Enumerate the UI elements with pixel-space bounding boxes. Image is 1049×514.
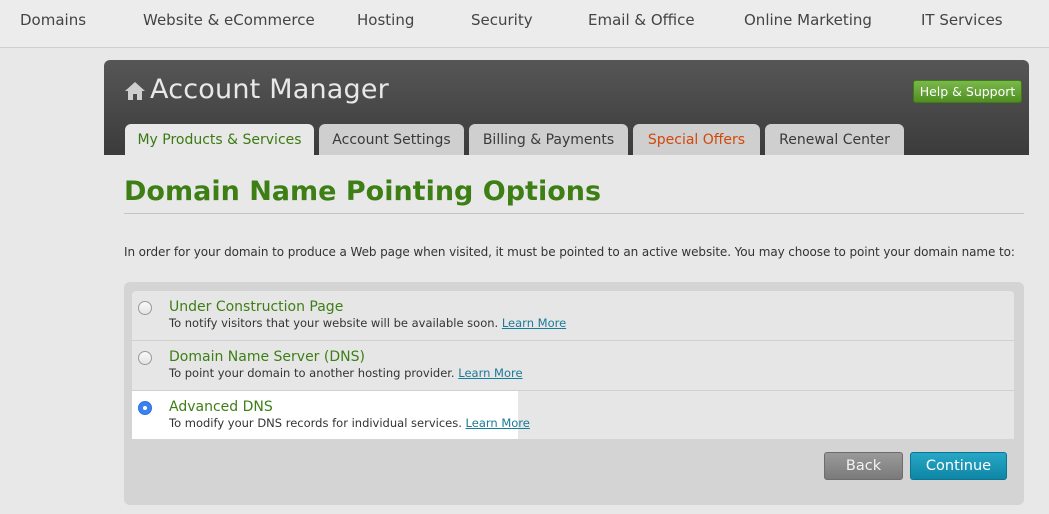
nav-domains[interactable]: Domains (20, 11, 86, 29)
option-title-dns[interactable]: Domain Name Server (DNS) (169, 349, 365, 365)
nav-email-office[interactable]: Email & Office (588, 11, 695, 29)
option-desc-text: To point your domain to another hosting … (169, 366, 455, 380)
learn-more-link-dns[interactable]: Learn More (458, 366, 522, 380)
radio-advanced-dns[interactable] (138, 401, 152, 415)
heading-divider (124, 213, 1024, 214)
radio-dns[interactable] (138, 351, 152, 365)
option-desc-text: To modify your DNS records for individua… (169, 416, 462, 430)
nav-it-services[interactable]: IT Services (921, 11, 1003, 29)
learn-more-link-advanced-dns[interactable]: Learn More (466, 416, 530, 430)
option-title-under-construction[interactable]: Under Construction Page (169, 299, 343, 315)
option-desc-dns: To point your domain to another hosting … (169, 366, 523, 380)
option-desc-advanced-dns: To modify your DNS records for individua… (169, 416, 530, 430)
nav-website-ecommerce[interactable]: Website & eCommerce (143, 11, 315, 29)
tab-my-products-services[interactable]: My Products & Services (125, 124, 314, 155)
top-navigation: Domains Website & eCommerce Hosting Secu… (0, 0, 1049, 48)
home-icon[interactable] (124, 80, 146, 102)
help-support-button[interactable]: Help & Support (913, 80, 1022, 103)
tab-billing-payments[interactable]: Billing & Payments (469, 124, 628, 155)
nav-hosting[interactable]: Hosting (357, 11, 414, 29)
option-desc-under-construction: To notify visitors that your website wil… (169, 316, 566, 330)
section-heading: Domain Name Pointing Options (124, 176, 602, 207)
nav-security[interactable]: Security (471, 11, 533, 29)
back-button[interactable]: Back (824, 452, 903, 480)
continue-button[interactable]: Continue (910, 452, 1007, 480)
intro-text: In order for your domain to produce a We… (124, 245, 1015, 259)
page-title: Account Manager (150, 74, 389, 105)
tab-account-settings[interactable]: Account Settings (319, 124, 464, 155)
tab-special-offers[interactable]: Special Offers (633, 124, 760, 155)
radio-under-construction[interactable] (138, 301, 152, 315)
nav-online-marketing[interactable]: Online Marketing (744, 11, 872, 29)
tab-renewal-center[interactable]: Renewal Center (765, 124, 904, 155)
option-desc-text: To notify visitors that your website wil… (169, 316, 499, 330)
learn-more-link-under-construction[interactable]: Learn More (502, 316, 566, 330)
option-title-advanced-dns[interactable]: Advanced DNS (169, 399, 273, 415)
